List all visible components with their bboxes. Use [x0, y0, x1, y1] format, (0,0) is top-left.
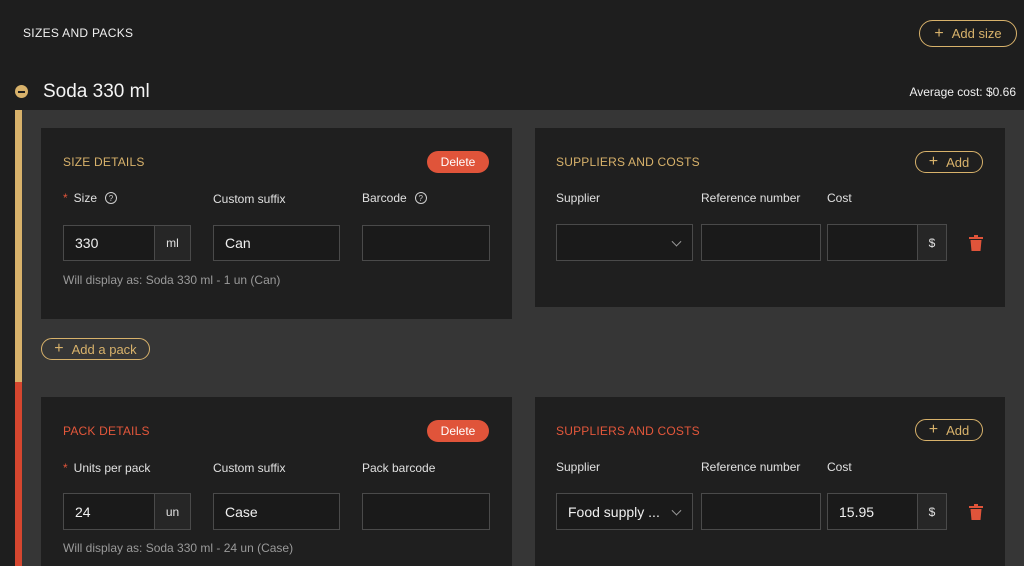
- section-title: SIZES AND PACKS: [23, 26, 134, 40]
- product-name: Soda 330 ml: [43, 81, 150, 102]
- supplier-select[interactable]: [556, 224, 693, 261]
- reference-label: Reference number: [701, 460, 801, 474]
- units-input[interactable]: 24: [63, 493, 155, 530]
- chevron-down-icon: [671, 236, 682, 247]
- reference-input[interactable]: [701, 224, 821, 261]
- delete-pack-button[interactable]: Delete: [427, 420, 489, 442]
- display-hint: Will display as: Soda 330 ml - 24 un (Ca…: [63, 541, 294, 555]
- barcode-label: Barcode ?: [362, 191, 427, 205]
- required-marker: *: [63, 461, 68, 475]
- supplier-label: Supplier: [556, 460, 601, 474]
- delete-size-button[interactable]: Delete: [427, 151, 489, 173]
- add-size-label: Add size: [951, 26, 1002, 41]
- size-input[interactable]: 330: [63, 225, 155, 261]
- pack-indicator-bar: [15, 382, 22, 566]
- size-indicator-bar: [15, 110, 22, 382]
- barcode-label-text: Barcode: [362, 191, 407, 205]
- supplier-value: Food supply ...: [568, 503, 660, 520]
- add-supplier-button[interactable]: + Add: [915, 419, 983, 441]
- suppliers-title: SUPPLIERS AND COSTS: [556, 155, 700, 169]
- add-pack-label: Add a pack: [71, 341, 137, 357]
- size-details-card: SIZE DETAILS Delete * Size ? Custom suff…: [41, 128, 512, 319]
- custom-suffix-input[interactable]: Can: [213, 225, 340, 261]
- supplier-select[interactable]: Food supply ...: [556, 493, 693, 530]
- custom-suffix-input[interactable]: Case: [213, 493, 340, 530]
- units-label-text: Units per pack: [73, 461, 151, 475]
- custom-suffix-label: Custom suffix: [213, 192, 286, 206]
- add-supplier-button[interactable]: + Add: [915, 151, 983, 173]
- custom-suffix-label: Custom suffix: [213, 461, 286, 475]
- currency-addon: $: [917, 224, 947, 261]
- cost-input[interactable]: 15.95: [827, 493, 918, 530]
- average-cost: Average cost: $0.66: [909, 85, 1016, 99]
- collapse-icon[interactable]: [15, 85, 28, 98]
- size-unit-addon: ml: [154, 225, 191, 261]
- required-marker: *: [63, 191, 68, 205]
- cost-label: Cost: [827, 191, 852, 205]
- reference-label: Reference number: [701, 191, 801, 205]
- trash-icon[interactable]: [969, 235, 983, 251]
- cost-label: Cost: [827, 460, 852, 474]
- units-label: * Units per pack: [63, 461, 150, 475]
- help-icon[interactable]: ?: [105, 192, 118, 204]
- currency-addon: $: [917, 493, 947, 530]
- pack-barcode-label: Pack barcode: [362, 461, 436, 475]
- display-hint: Will display as: Soda 330 ml - 1 un (Can…: [63, 273, 281, 287]
- units-unit-addon: un: [154, 493, 191, 530]
- add-size-button[interactable]: + Add size: [919, 20, 1017, 47]
- help-icon[interactable]: ?: [414, 192, 427, 204]
- size-label-text: Size: [73, 191, 98, 205]
- chevron-down-icon: [671, 505, 682, 516]
- add-supplier-label: Add: [946, 154, 970, 170]
- plus-icon: +: [54, 340, 64, 357]
- plus-icon: +: [928, 421, 939, 438]
- add-pack-button[interactable]: + Add a pack: [41, 338, 150, 360]
- barcode-input[interactable]: [362, 225, 490, 261]
- pack-suppliers-card: SUPPLIERS AND COSTS + Add Supplier Refer…: [535, 397, 1005, 566]
- pack-details-card: PACK DETAILS Delete * Units per pack Cus…: [41, 397, 512, 566]
- pack-barcode-input[interactable]: [362, 493, 490, 530]
- supplier-label: Supplier: [556, 191, 601, 205]
- pack-details-title: PACK DETAILS: [63, 424, 150, 438]
- size-suppliers-card: SUPPLIERS AND COSTS + Add Supplier Refer…: [535, 128, 1005, 307]
- size-details-title: SIZE DETAILS: [63, 155, 145, 169]
- size-label: * Size ?: [63, 191, 118, 205]
- trash-icon[interactable]: [969, 504, 983, 520]
- cost-input[interactable]: [827, 224, 918, 261]
- suppliers-title: SUPPLIERS AND COSTS: [556, 424, 700, 438]
- reference-input[interactable]: [701, 493, 821, 530]
- plus-icon: +: [934, 24, 944, 42]
- plus-icon: +: [928, 153, 939, 170]
- add-supplier-label: Add: [946, 422, 970, 438]
